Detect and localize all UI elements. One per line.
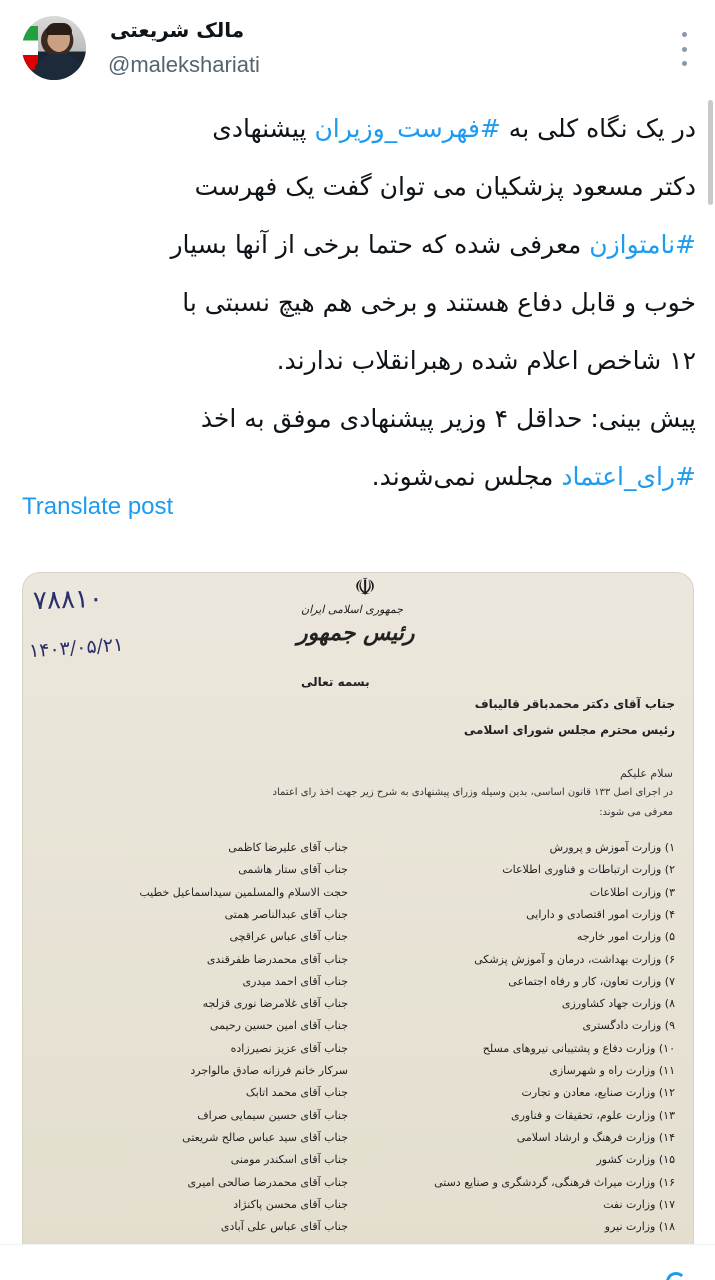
- attached-image[interactable]: ☫ ۷۸۸۱۰ ۱۴۰۳/۰۵/۲۱ جمهوری اسلامی ایران ر…: [22, 572, 694, 1272]
- author-name[interactable]: مالک شریعتی: [110, 18, 244, 42]
- addressee-title: رئیس محترم مجلس شورای اسلامی: [463, 723, 675, 737]
- intro-line-2: معرفی می شوند:: [599, 807, 673, 818]
- minister-name: جناب آقای عزیز نصیرزاده: [230, 1041, 348, 1055]
- minister-name: جناب آقای محمدرضا ظفرقندی: [206, 952, 348, 966]
- minister-name: جناب آقای محمد اتابک: [245, 1086, 348, 1100]
- ministry-name: ۱۳) وزارت علوم، تحقیقات و فناوری: [511, 1108, 675, 1122]
- tweet-line: خوب و قابل دفاع هستند و برخی هم هیچ نسبت…: [20, 274, 696, 332]
- ministry-name: ۱۰) وزارت دفاع و پشتیبانی نیروهای مسلح: [482, 1041, 675, 1055]
- greeting: سلام علیکم: [619, 767, 673, 780]
- reference-date: ۱۴۰۳/۰۵/۲۱: [28, 633, 125, 663]
- minister-row: ۸) وزارت جهاد کشاورزی جناب آقای غلامرضا ن…: [23, 997, 693, 1019]
- org-line-1: جمهوری اسلامی ایران: [301, 603, 404, 616]
- minister-name: جناب آقای غلامرضا نوری قزلجه: [202, 997, 348, 1011]
- minister-row: ۴) وزارت امور اقتصادی و دارایی جناب آقای …: [23, 908, 693, 930]
- minister-row: ۵) وزارت امور خارجه جناب آقای عباس عراقچی: [23, 930, 693, 952]
- tweet-text: در یک نگاه کلی به #فهرست_وزیران پیشنهادی…: [20, 100, 696, 506]
- ministry-name: ۳) وزارت اطلاعات: [589, 885, 675, 899]
- tweet-text-segment: ۱۲ شاخص اعلام شده رهبرانقلاب ندارند.: [276, 346, 696, 375]
- document-scan: ☫ ۷۸۸۱۰ ۱۴۰۳/۰۵/۲۱ جمهوری اسلامی ایران ر…: [23, 573, 693, 1271]
- ministry-name: ۱۶) وزارت میراث فرهنگی، گردشگری و صنایع …: [434, 1175, 675, 1189]
- minister-name: جناب آقای حسین سیمایی صراف: [197, 1108, 348, 1122]
- intro-line-1: در اجرای اصل ۱۳۳ قانون اساسی، بدین وسیله…: [272, 787, 673, 798]
- minister-row: ۱۴) وزارت فرهنگ و ارشاد اسلامی جناب آقای …: [23, 1131, 693, 1153]
- ministry-name: ۸) وزارت جهاد کشاورزی: [561, 997, 675, 1011]
- minister-row: ۱) وزارت آموزش و پرورش جناب آقای علیرضا ک…: [23, 841, 693, 863]
- tweet-text-segment: دکتر مسعود پزشکیان می توان گفت یک فهرست: [194, 172, 696, 201]
- minister-row: ۱۲) وزارت صنایع، معادن و تجارت جناب آقای …: [23, 1086, 693, 1108]
- minister-row: ۱۳) وزارت علوم، تحقیقات و فناوری جناب آقا…: [23, 1109, 693, 1131]
- hashtag-link[interactable]: #رای_اعتماد: [561, 462, 696, 491]
- tweet-text-segment: مجلس نمی‌شوند.: [371, 462, 562, 491]
- reference-number: ۷۸۸۱۰: [32, 583, 104, 617]
- avatar-body: [34, 54, 82, 80]
- bottom-bar: [0, 1244, 715, 1280]
- minister-row: ۱۷) وزارت نفت جناب آقای محسن پاکنژاد: [23, 1198, 693, 1220]
- minister-name: جناب آقای عباس عراقچی: [229, 930, 348, 944]
- tweet-text-segment: خوب و قابل دفاع هستند و برخی هم هیچ نسبت…: [182, 288, 696, 317]
- ministry-name: ۱۷) وزارت نفت: [603, 1197, 675, 1211]
- ministry-name: ۶) وزارت بهداشت، درمان و آموزش پزشکی: [474, 952, 675, 966]
- minister-row: ۱۰) وزارت دفاع و پشتیبانی نیروهای مسلح جن…: [23, 1042, 693, 1064]
- tweet-line: دکتر مسعود پزشکیان می توان گفت یک فهرست: [20, 158, 696, 216]
- minister-name: سرکار خانم فرزانه صادق مالواجرد: [190, 1064, 348, 1077]
- minister-name: جناب آقای امین حسین رحیمی: [210, 1019, 348, 1033]
- minister-row: ۱۶) وزارت میراث فرهنگی، گردشگری و صنایع …: [23, 1176, 693, 1198]
- tweet-text-segment: معرفی شده که حتما برخی از آنها بسیار: [170, 230, 590, 259]
- tweet-text-segment: پیش بینی: حداقل ۴ وزیر پیشنهادی موفق به …: [200, 404, 696, 433]
- minister-row: ۱۸) وزارت نیرو جناب آقای عباس علی آبادی: [23, 1220, 693, 1242]
- minister-name: جناب آقای سید عباس صالح شریعتی: [182, 1130, 348, 1144]
- avatar-hair: [46, 23, 72, 35]
- tweet-text-segment: در یک نگاه کلی به: [500, 114, 696, 143]
- minister-name: جناب آقای احمد میدری: [242, 974, 349, 988]
- minister-name: جناب آقای عباس علی آبادی: [220, 1220, 348, 1234]
- addressee-name: جناب آقای دکتر محمدباقر قالیباف: [474, 697, 675, 711]
- ministry-name: ۱۸) وزارت نیرو: [604, 1220, 675, 1234]
- minister-row: ۱۵) وزارت کشور جناب آقای اسکندر مومنی: [23, 1153, 693, 1175]
- ministry-name: ۱۱) وزارت راه و شهرسازی: [549, 1064, 675, 1077]
- ministry-name: ۱) وزارت آموزش و پرورش: [549, 841, 675, 854]
- hashtag-link[interactable]: #فهرست_وزیران: [314, 114, 500, 143]
- scrollbar[interactable]: [705, 0, 713, 210]
- minister-name: حجت الاسلام والمسلمین سیداسماعیل خطیب: [139, 885, 348, 899]
- tweet-line: پیش بینی: حداقل ۴ وزیر پیشنهادی موفق به …: [20, 390, 696, 448]
- more-options-icon[interactable]: [679, 32, 689, 66]
- minister-name: جناب آقای علیرضا کاظمی: [228, 841, 348, 854]
- basmala: بسمه تعالی: [301, 675, 370, 689]
- ministry-name: ۷) وزارت تعاون، کار و رفاه اجتماعی: [508, 974, 675, 988]
- tweet-text-segment: پیشنهادی: [212, 114, 315, 143]
- tweet-line: در یک نگاه کلی به #فهرست_وزیران پیشنهادی: [20, 100, 696, 158]
- minister-name: جناب آقای ستار هاشمی: [238, 863, 348, 877]
- hashtag-link[interactable]: #نامتوازن: [589, 230, 696, 259]
- minister-row: ۷) وزارت تعاون، کار و رفاه اجتماعی جناب آ…: [23, 975, 693, 997]
- minister-name: جناب آقای محمدرضا صالحی امیری: [187, 1175, 348, 1189]
- scrollbar-thumb[interactable]: [708, 100, 713, 205]
- minister-row: ۹) وزارت دادگستری جناب آقای امین حسین رحی…: [23, 1019, 693, 1041]
- minister-row: ۲) وزارت ارتباطات و فناوری اطلاعات جناب آ…: [23, 863, 693, 885]
- ministry-name: ۲) وزارت ارتباطات و فناوری اطلاعات: [502, 863, 675, 877]
- avatar[interactable]: [22, 16, 86, 80]
- ministry-name: ۱۲) وزارت صنایع، معادن و تجارت: [521, 1086, 675, 1100]
- minister-row: ۶) وزارت بهداشت، درمان و آموزش پزشکی جناب…: [23, 953, 693, 975]
- ministry-name: ۴) وزارت امور اقتصادی و دارایی: [526, 907, 675, 921]
- org-line-2: رئیس جمهور: [297, 621, 415, 646]
- ministry-name: ۱۴) وزارت فرهنگ و ارشاد اسلامی: [516, 1130, 675, 1144]
- tweet-header: مالک شریعتی @malekshariati: [0, 10, 715, 90]
- ministry-name: ۱۵) وزارت کشور: [596, 1153, 675, 1167]
- minister-row: ۱۱) وزارت راه و شهرسازی سرکار خانم فرزانه…: [23, 1064, 693, 1086]
- tweet-line: ۱۲ شاخص اعلام شده رهبرانقلاب ندارند.: [20, 332, 696, 390]
- minister-name: جناب آقای محسن پاکنژاد: [233, 1197, 348, 1211]
- author-handle[interactable]: @malekshariati: [108, 52, 260, 78]
- ministry-name: ۹) وزارت دادگستری: [582, 1019, 675, 1033]
- ministry-name: ۵) وزارت امور خارجه: [576, 930, 675, 944]
- minister-row: ۳) وزارت اطلاعات حجت الاسلام والمسلمین سی…: [23, 886, 693, 908]
- translate-post-link[interactable]: Translate post: [22, 493, 173, 521]
- emblem-icon: ☫: [354, 573, 376, 601]
- tweet-line: #نامتوازن معرفی شده که حتما برخی از آنها…: [20, 216, 696, 274]
- minister-name: جناب آقای عبدالناصر همتی: [224, 907, 348, 921]
- minister-name: جناب آقای اسکندر مومنی: [230, 1153, 348, 1167]
